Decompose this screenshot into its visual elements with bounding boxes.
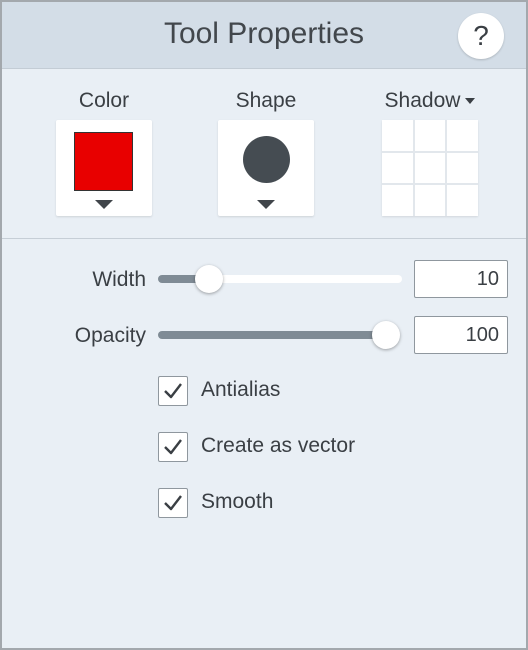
chevron-down-icon — [95, 200, 113, 209]
shadow-cell[interactable] — [414, 152, 446, 184]
antialias-checkbox[interactable] — [158, 376, 188, 406]
panel-title: Tool Properties — [163, 17, 365, 50]
checkmark-icon — [164, 383, 182, 399]
color-picker-button[interactable] — [56, 120, 152, 216]
shadow-cell[interactable] — [382, 152, 413, 184]
create-as-vector-checkbox[interactable] — [158, 432, 188, 462]
opacity-slider-fill — [158, 331, 386, 339]
width-input[interactable]: 10 — [414, 260, 508, 298]
checkmark-icon — [164, 495, 182, 511]
shadow-cell[interactable] — [447, 152, 478, 184]
opacity-slider[interactable] — [158, 321, 400, 349]
shadow-cell[interactable] — [382, 185, 413, 216]
color-tool: Color — [39, 86, 169, 216]
shape-tool: Shape — [201, 86, 331, 216]
opacity-input[interactable]: 100 — [414, 316, 508, 354]
shadow-cell[interactable] — [414, 185, 446, 216]
shadow-cell[interactable] — [414, 120, 446, 151]
shadow-dropdown[interactable]: Shadow — [365, 86, 495, 116]
create-as-vector-label: Create as vector — [201, 434, 356, 457]
chevron-down-icon — [257, 200, 275, 209]
checkmark-icon — [164, 439, 182, 455]
smooth-label: Smooth — [201, 490, 274, 513]
width-slider-handle[interactable] — [195, 265, 223, 293]
color-swatch — [74, 132, 133, 191]
opacity-slider-handle[interactable] — [372, 321, 400, 349]
help-button[interactable]: ? — [458, 13, 504, 59]
circle-shape-icon — [243, 136, 290, 183]
shadow-cell[interactable] — [447, 120, 478, 151]
caret-down-icon — [465, 98, 476, 105]
antialias-label: Antialias — [201, 378, 281, 401]
help-icon: ? — [473, 20, 489, 51]
shape-label: Shape — [235, 89, 297, 112]
shadow-position-grid[interactable] — [382, 120, 478, 216]
shadow-tool: Shadow — [365, 86, 495, 216]
shadow-cell[interactable] — [382, 120, 413, 151]
shadow-cell[interactable] — [447, 185, 478, 216]
opacity-label: Opacity — [74, 324, 146, 347]
color-label: Color — [78, 89, 130, 112]
section-divider — [2, 238, 526, 239]
shadow-label: Shadow — [384, 89, 461, 112]
smooth-checkbox[interactable] — [158, 488, 188, 518]
shape-picker-button[interactable] — [218, 120, 314, 216]
tool-properties-panel: Tool Properties ? Color Shape Shadow Wid… — [0, 0, 528, 650]
panel-header: Tool Properties ? — [2, 2, 526, 69]
width-label: Width — [92, 268, 146, 291]
width-slider[interactable] — [158, 265, 402, 293]
